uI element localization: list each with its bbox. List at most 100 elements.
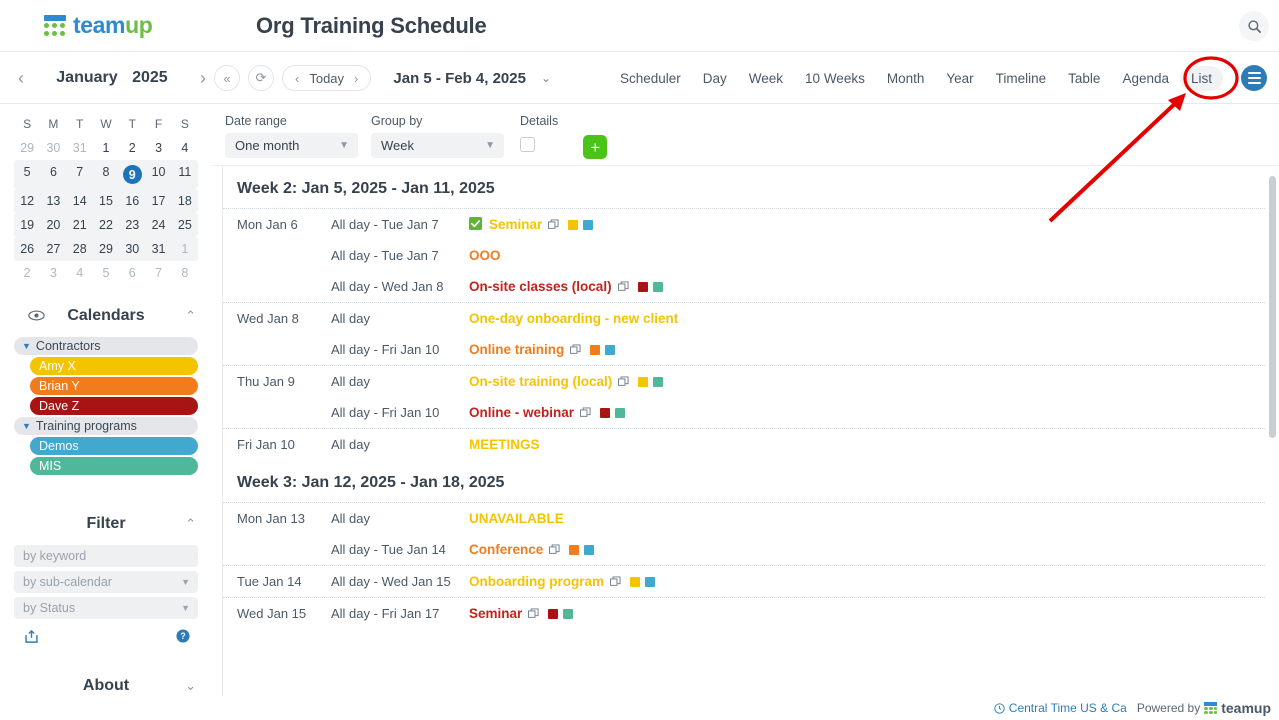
minical-day[interactable]: 16 <box>119 189 145 213</box>
jump-to-start-button[interactable]: « <box>214 65 240 91</box>
minical-day[interactable]: 8 <box>172 261 198 285</box>
event-title[interactable]: Seminar <box>469 606 574 621</box>
minical-day[interactable]: 31 <box>145 237 171 261</box>
help-icon[interactable]: ? <box>176 629 190 649</box>
minical-day[interactable]: 14 <box>67 189 93 213</box>
minical-day[interactable]: 7 <box>67 160 93 189</box>
minical-day[interactable]: 24 <box>145 213 171 237</box>
minical-day[interactable]: 28 <box>67 237 93 261</box>
minical-day[interactable]: 5 <box>14 160 40 189</box>
minical-day[interactable]: 4 <box>172 136 198 160</box>
minical-day[interactable]: 7 <box>145 261 171 285</box>
minical-day[interactable]: 27 <box>40 237 66 261</box>
minical-day[interactable]: 3 <box>40 261 66 285</box>
refresh-icon[interactable]: ⟳ <box>248 65 274 91</box>
today-button[interactable]: Today <box>305 71 348 86</box>
minical-prev-month-button[interactable]: ‹ <box>14 68 28 89</box>
minical-day[interactable]: 13 <box>40 189 66 213</box>
event-row[interactable]: Wed Jan 15 All day - Fri Jan 17 Seminar <box>223 598 1271 629</box>
minical-day[interactable]: 22 <box>93 213 119 237</box>
menu-icon[interactable] <box>1241 65 1267 91</box>
view-tab-10-weeks[interactable]: 10 Weeks <box>794 66 876 91</box>
event-title[interactable]: Seminar <box>469 216 594 233</box>
view-tab-week[interactable]: Week <box>738 66 794 91</box>
event-row[interactable]: Mon Jan 6 All day - Tue Jan 7 Seminar <box>223 209 1271 240</box>
chevron-down-icon[interactable]: ⌄ <box>541 71 551 85</box>
view-tab-year[interactable]: Year <box>935 66 984 91</box>
minical-day[interactable]: 20 <box>40 213 66 237</box>
event-title[interactable]: Onboarding program <box>469 574 655 589</box>
event-title[interactable]: On-site classes (local) <box>469 279 663 294</box>
minical-day[interactable]: 30 <box>40 136 66 160</box>
view-tab-month[interactable]: Month <box>876 66 936 91</box>
minical-day[interactable]: 10 <box>145 160 171 189</box>
event-row[interactable]: Wed Jan 8 All day One-day onboarding - new… <box>223 303 1271 334</box>
minical-day[interactable]: 1 <box>172 237 198 261</box>
minical-day[interactable]: 29 <box>93 237 119 261</box>
event-title[interactable]: On-site training (local) <box>469 374 664 389</box>
event-title[interactable]: OOO <box>469 248 501 263</box>
view-tab-list[interactable]: List <box>1179 65 1223 91</box>
scrollbar-thumb[interactable] <box>1269 176 1276 438</box>
minical-day[interactable]: 11 <box>172 160 198 189</box>
event-row[interactable]: All day - Wed Jan 8 On-site classes (loca… <box>223 271 1271 302</box>
date-range-display[interactable]: Jan 5 - Feb 4, 2025 <box>393 70 526 87</box>
minical-day[interactable]: 2 <box>119 136 145 160</box>
search-icon[interactable] <box>1239 11 1269 41</box>
teamup-logo[interactable]: teamup <box>44 12 184 39</box>
calendar-group-contractors[interactable]: ▼ Contractors <box>14 337 198 355</box>
minical-day[interactable]: 15 <box>93 189 119 213</box>
calendar-item-demos[interactable]: Demos <box>30 437 198 455</box>
event-row[interactable]: All day - Tue Jan 7 OOO <box>223 240 1271 271</box>
minical-day[interactable]: 12 <box>14 189 40 213</box>
chevron-down-icon[interactable]: ⌄ <box>185 678 196 694</box>
minical-day[interactable]: 18 <box>172 189 198 213</box>
minical-day[interactable]: 1 <box>93 136 119 160</box>
event-title[interactable]: Conference <box>469 542 595 557</box>
add-event-button[interactable]: + <box>583 135 608 159</box>
event-row[interactable]: Fri Jan 10 All day MEETINGS <box>223 429 1271 460</box>
event-row[interactable]: All day - Fri Jan 10 Online training <box>223 334 1271 365</box>
eye-icon[interactable] <box>28 308 45 326</box>
calendar-item-dave-z[interactable]: Dave Z <box>30 397 198 415</box>
view-tab-timeline[interactable]: Timeline <box>985 66 1058 91</box>
view-tab-table[interactable]: Table <box>1057 66 1111 91</box>
minical-next-month-button[interactable]: › <box>196 68 210 89</box>
date-range-select[interactable]: One month ▼ <box>225 133 358 158</box>
event-row[interactable]: All day - Fri Jan 10 Online - webinar <box>223 397 1271 428</box>
event-title[interactable]: MEETINGS <box>469 437 540 452</box>
next-period-button[interactable]: › <box>348 71 364 86</box>
share-icon[interactable] <box>24 629 39 649</box>
minical-day[interactable]: 2 <box>14 261 40 285</box>
minical-day[interactable]: 25 <box>172 213 198 237</box>
filter-keyword-input[interactable]: by keyword <box>14 545 198 567</box>
minical-day[interactable]: 6 <box>119 261 145 285</box>
event-row[interactable]: Mon Jan 13 All day UNAVAILABLE <box>223 503 1271 534</box>
calendar-item-mis[interactable]: MIS <box>30 457 198 475</box>
minical-day[interactable]: 3 <box>145 136 171 160</box>
view-tab-day[interactable]: Day <box>692 66 738 91</box>
view-tab-scheduler[interactable]: Scheduler <box>609 66 692 91</box>
chevron-up-icon[interactable]: ⌃ <box>185 308 196 324</box>
event-title[interactable]: Online training <box>469 342 616 357</box>
minical-day[interactable]: 21 <box>67 213 93 237</box>
calendar-group-training-programs[interactable]: ▼ Training programs <box>14 417 198 435</box>
timezone-link[interactable]: Central Time US & Ca <box>994 701 1127 715</box>
view-tab-agenda[interactable]: Agenda <box>1111 66 1180 91</box>
minical-day[interactable]: 5 <box>93 261 119 285</box>
calendar-item-amy-x[interactable]: Amy X <box>30 357 198 375</box>
filter-subcalendar-select[interactable]: by sub-calendar ▼ <box>14 571 198 593</box>
scrollbar-track[interactable] <box>1265 166 1279 720</box>
minical-day[interactable]: 19 <box>14 213 40 237</box>
filter-status-select[interactable]: by Status ▼ <box>14 597 198 619</box>
minical-day[interactable]: 29 <box>14 136 40 160</box>
chevron-up-icon[interactable]: ⌃ <box>185 516 196 532</box>
event-title[interactable]: Online - webinar <box>469 405 626 420</box>
group-by-select[interactable]: Week ▼ <box>371 133 504 158</box>
minical-day[interactable]: 6 <box>40 160 66 189</box>
minical-day[interactable]: 26 <box>14 237 40 261</box>
minical-day[interactable]: 8 <box>93 160 119 189</box>
previous-period-button[interactable]: ‹ <box>289 71 305 86</box>
minical-day[interactable]: 31 <box>67 136 93 160</box>
event-row[interactable]: Tue Jan 14 All day - Wed Jan 15 Onboarding… <box>223 566 1271 597</box>
